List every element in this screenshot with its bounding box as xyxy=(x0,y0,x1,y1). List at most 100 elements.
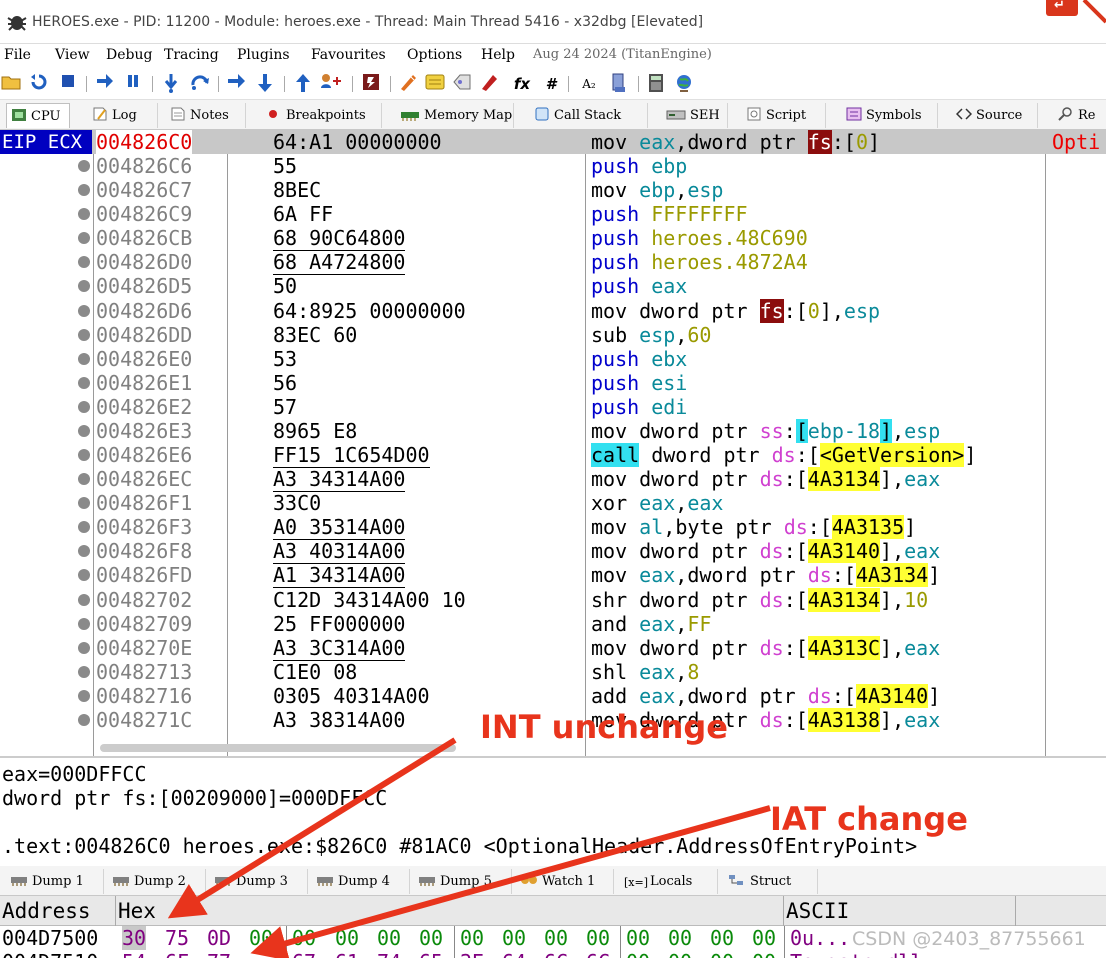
breakpoint-dot[interactable] xyxy=(78,208,90,221)
disasm-row[interactable]: 00482709 25 FF000000 and eax,FF xyxy=(0,612,1106,636)
breakpoint-dot[interactable] xyxy=(78,400,90,413)
font-icon[interactable]: A₂ xyxy=(578,73,600,95)
disasm-row[interactable]: 00482702 C12D 34314A00 10 shr dword ptr ds… xyxy=(0,587,1106,612)
col-ascii[interactable]: ASCII xyxy=(784,896,1016,926)
tab-watch-1[interactable]: Watch 1 xyxy=(514,869,614,894)
disasm-row[interactable]: 004826DD 83EC 60 sub esp,60 xyxy=(0,323,1106,347)
breakpoint-dot[interactable] xyxy=(78,449,90,462)
breakpoint-dot[interactable] xyxy=(78,304,90,317)
tab-dump-2[interactable]: Dump 2 xyxy=(106,869,206,894)
open-icon[interactable] xyxy=(0,73,22,95)
tab-log[interactable]: Log xyxy=(88,103,158,128)
disasm-row[interactable]: 004826FD A1 34314A00 mov eax,dword ptr ds:… xyxy=(0,563,1106,589)
breakpoint-dot[interactable] xyxy=(78,545,90,558)
disasm-row[interactable]: 004826C7 8BEC mov ebp,esp xyxy=(0,178,1106,202)
breakpoint-dot[interactable] xyxy=(78,665,90,678)
menu-debug[interactable]: Debug xyxy=(106,47,152,63)
disasm-row[interactable]: 004826D0 68 A4724800 push heroes.4872A4 xyxy=(0,250,1106,276)
trace-into-icon[interactable] xyxy=(226,73,248,95)
disasm-row[interactable]: 004826D5 50 push eax xyxy=(0,274,1106,298)
breakpoint-dot[interactable] xyxy=(78,160,90,173)
menu-favourites[interactable]: Favourites xyxy=(311,47,386,63)
function-icon[interactable]: fx xyxy=(511,73,533,95)
breakpoint-dot[interactable] xyxy=(78,497,90,510)
step-over-icon[interactable] xyxy=(189,73,211,95)
breakpoint-dot[interactable] xyxy=(78,280,90,293)
breakpoint-dot[interactable] xyxy=(78,328,90,341)
disasm-row[interactable]: 0048270E A3 3C314A00 mov dword ptr ds:[4A3… xyxy=(0,635,1106,661)
disasm-row[interactable]: 00482716 0305 40314A00 add eax,dword ptr d… xyxy=(0,683,1106,708)
breakpoint-dot[interactable] xyxy=(78,713,90,726)
label-icon[interactable] xyxy=(451,73,473,95)
close-button[interactable]: ↵ xyxy=(1046,0,1078,16)
tab-dump-5[interactable]: Dump 5 xyxy=(412,869,512,894)
trace-over-icon[interactable] xyxy=(254,73,276,95)
tab-dump-3[interactable]: Dump 3 xyxy=(208,869,308,894)
disasm-row[interactable]: 004826CB 68 90C64800 push heroes.48C690 xyxy=(0,226,1106,252)
disasm-row[interactable]: 004826C6 55 push ebp xyxy=(0,154,1106,178)
tab-script[interactable]: Script xyxy=(742,103,826,128)
tab-symbols[interactable]: Symbols xyxy=(842,103,938,128)
breakpoint-dot[interactable] xyxy=(78,376,90,389)
tab-memory-map[interactable]: Memory Map xyxy=(396,103,514,128)
disasm-row[interactable]: 004826E0 53 push ebx xyxy=(0,347,1106,371)
globe-icon[interactable] xyxy=(673,73,695,95)
hash-icon[interactable]: # xyxy=(540,73,562,95)
disassembly-view[interactable]: EIP ECX 004826C0 64:A1 00000000 mov eax,… xyxy=(0,130,1106,756)
step-into-icon[interactable] xyxy=(160,73,182,95)
restart-icon[interactable] xyxy=(28,73,50,95)
breakpoint-dot[interactable] xyxy=(78,473,90,486)
pause-icon[interactable] xyxy=(122,73,144,95)
tab-source[interactable]: Source xyxy=(952,103,1038,128)
execute-till-return-icon[interactable] xyxy=(292,73,314,95)
tab-references[interactable]: Re xyxy=(1054,103,1106,128)
disasm-row[interactable]: 004826D6 64:8925 00000000 mov dword ptr fs… xyxy=(0,298,1106,323)
breakpoint-dot[interactable] xyxy=(78,689,90,702)
disasm-row[interactable]: 004826F1 33C0 xor eax,eax xyxy=(0,491,1106,515)
disasm-row[interactable]: 004826E2 57 push edi xyxy=(0,395,1106,419)
col-address[interactable]: Address xyxy=(0,896,116,926)
bookmark-icon[interactable] xyxy=(478,73,500,95)
disasm-row[interactable]: 00482713 C1E0 08 shl eax,8 xyxy=(0,660,1106,684)
disasm-row[interactable]: 004826F8 A3 40314A00 mov dword ptr ds:[4A3… xyxy=(0,539,1106,565)
breakpoint-dot[interactable] xyxy=(78,184,90,197)
menu-options[interactable]: Options xyxy=(407,47,462,63)
breakpoint-dot[interactable] xyxy=(78,232,90,245)
breakpoint-dot[interactable] xyxy=(78,641,90,654)
tab-seh[interactable]: SEH xyxy=(662,103,728,128)
breakpoint-dot[interactable] xyxy=(78,352,90,365)
menu-tracing[interactable]: Tracing xyxy=(164,47,219,63)
comment-icon[interactable] xyxy=(424,73,446,95)
menu-file[interactable]: File xyxy=(4,47,31,63)
col-hex[interactable]: Hex xyxy=(116,896,784,926)
disasm-row[interactable]: 004826F3 A0 35314A00 mov al,byte ptr ds:[4… xyxy=(0,515,1106,541)
tab-breakpoints[interactable]: Breakpoints xyxy=(262,103,382,128)
menu-plugins[interactable]: Plugins xyxy=(237,47,290,63)
disasm-row[interactable]: 004826E3 8965 E8 mov dword ptr ss:[ebp-18]… xyxy=(0,418,1106,443)
stop-icon[interactable] xyxy=(57,73,79,95)
breakpoint-dot[interactable] xyxy=(78,521,90,534)
tab-cpu[interactable]: CPU xyxy=(6,103,70,128)
run-icon[interactable] xyxy=(94,73,116,95)
disasm-row-current[interactable]: EIP ECX 004826C0 64:A1 00000000 mov eax,… xyxy=(0,130,1106,155)
tab-call-stack[interactable]: Call Stack xyxy=(530,103,648,128)
disasm-row[interactable]: 004826E6 FF15 1C654D00 call dword ptr ds:[… xyxy=(0,443,1106,469)
patch-icon[interactable] xyxy=(397,73,419,95)
menu-help[interactable]: Help xyxy=(481,47,515,63)
breakpoint-dot[interactable] xyxy=(78,593,90,606)
disasm-row[interactable]: 004826C9 6A FF push FFFFFFFF xyxy=(0,202,1106,226)
tab-notes[interactable]: Notes xyxy=(166,103,246,128)
tab-dump-1[interactable]: Dump 1 xyxy=(4,869,104,894)
run-to-user-code-icon[interactable] xyxy=(320,73,342,95)
breakpoint-dot[interactable] xyxy=(78,424,90,437)
tab-dump-4[interactable]: Dump 4 xyxy=(310,869,410,894)
horizontal-scrollbar[interactable] xyxy=(100,744,456,752)
breakpoint-dot[interactable] xyxy=(78,617,90,630)
dump-row[interactable]: 004D7510 54 6F 77 67 61 74 65 2E 64 6C 6… xyxy=(0,950,1106,958)
calculator-icon[interactable] xyxy=(645,73,667,95)
disasm-row[interactable]: 004826EC A3 34314A00 mov dword ptr ds:[4A3… xyxy=(0,467,1106,493)
disasm-row[interactable]: 004826E1 56 push esi xyxy=(0,371,1106,395)
tab-struct[interactable]: Struct xyxy=(722,869,818,894)
menu-view[interactable]: View xyxy=(55,47,90,63)
scylla-icon[interactable] xyxy=(360,73,382,95)
